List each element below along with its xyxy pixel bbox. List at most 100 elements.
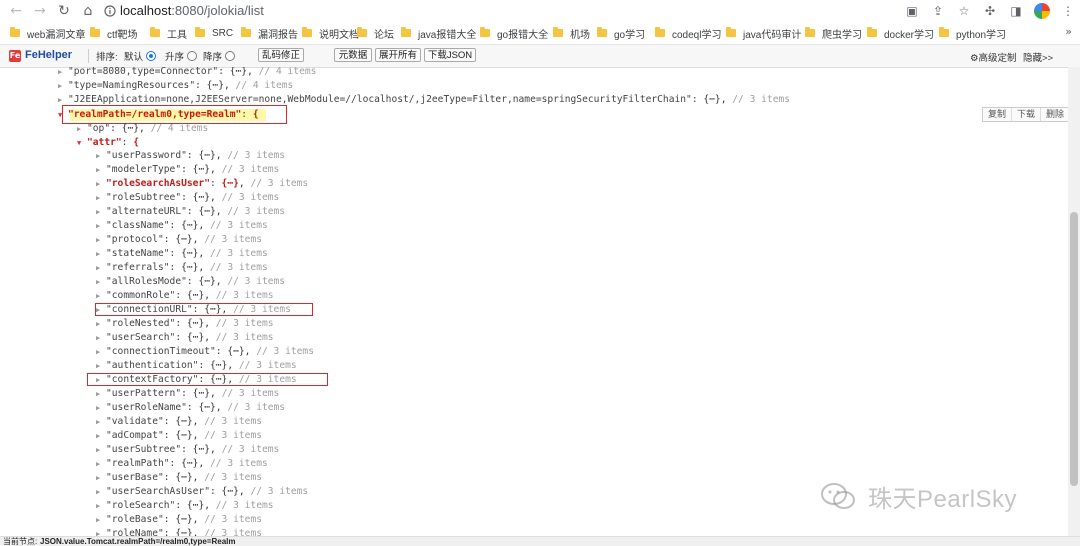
bookmark-item[interactable]: 爬虫学习 <box>805 26 862 41</box>
hide-toolbar-link[interactable]: 隐藏>> <box>1023 50 1053 64</box>
tree-node[interactable]: ▶ "userSearch": {⋯}, // 3 items <box>96 331 274 345</box>
bookmark-item[interactable]: java代码审计 <box>726 26 801 41</box>
caret-right-icon[interactable]: ▶ <box>96 219 106 233</box>
tree-node[interactable]: ▶ "roleSubtree": {⋯}, // 3 items <box>96 191 279 205</box>
reload-icon[interactable]: ↻ <box>54 1 74 21</box>
download-json-button[interactable]: 下载JSON <box>424 48 476 62</box>
caret-right-icon[interactable]: ▶ <box>96 499 106 513</box>
caret-right-icon[interactable]: ▶ <box>96 275 106 289</box>
tree-node[interactable]: ▶ "modelerType": {⋯}, // 3 items <box>96 163 279 177</box>
bookmark-item[interactable]: 论坛 <box>357 26 394 41</box>
menu-icon[interactable]: ⋮ <box>1060 3 1076 19</box>
metadata-button[interactable]: 元数据 <box>334 48 372 62</box>
bookmark-item[interactable]: ctf靶场 <box>90 26 138 41</box>
radio-icon[interactable] <box>187 51 198 61</box>
extensions-icon[interactable]: ✣ <box>982 3 998 19</box>
home-icon[interactable]: ⌂ <box>78 1 98 21</box>
tree-node[interactable]: ▶ "referrals": {⋯}, // 3 items <box>96 261 268 275</box>
tree-node-selected[interactable]: ▼ "realmPath=/realm0,type=Realm": { <box>58 108 259 122</box>
bookmark-item[interactable]: 说明文档 <box>302 26 359 41</box>
tree-node[interactable]: ▶ "userRoleName": {⋯}, // 3 items <box>96 401 285 415</box>
caret-down-icon[interactable]: ▼ <box>77 136 87 150</box>
caret-right-icon[interactable]: ▶ <box>96 457 106 471</box>
caret-right-icon[interactable]: ▶ <box>96 359 106 373</box>
caret-right-icon[interactable]: ▶ <box>77 122 87 136</box>
fix-encoding-button[interactable]: 乱码修正 <box>258 48 304 62</box>
tree-node[interactable]: ▶ "roleSearch": {⋯}, // 3 items <box>96 499 274 513</box>
info-icon[interactable] <box>104 4 116 18</box>
tree-node[interactable]: ▶ "validate": {⋯}, // 3 items <box>96 415 262 429</box>
bookmark-item[interactable]: go报错大全 <box>480 26 548 41</box>
tree-node[interactable]: ▶ "allRolesMode": {⋯}, // 3 items <box>96 275 285 289</box>
bookmark-item[interactable]: python学习 <box>939 26 1006 41</box>
share-icon[interactable]: ⇪ <box>930 3 946 19</box>
caret-right-icon[interactable]: ▶ <box>96 513 106 527</box>
download-node-button[interactable]: 下载 <box>1012 108 1042 121</box>
caret-right-icon[interactable]: ▶ <box>96 163 106 177</box>
tree-node[interactable]: ▶ "alternateURL": {⋯}, // 3 items <box>96 205 285 219</box>
tree-node[interactable]: ▶ "className": {⋯}, // 3 items <box>96 219 268 233</box>
scrollbar-thumb[interactable] <box>1070 212 1078 486</box>
caret-right-icon[interactable]: ▶ <box>96 443 106 457</box>
bookmark-item[interactable]: SRC <box>195 26 233 40</box>
caret-right-icon[interactable]: ▶ <box>96 261 106 275</box>
caret-right-icon[interactable]: ▶ <box>96 177 106 191</box>
copy-node-button[interactable]: 复制 <box>983 108 1013 121</box>
profile-avatar[interactable] <box>1034 3 1050 19</box>
caret-right-icon[interactable]: ▶ <box>96 471 106 485</box>
tree-node[interactable]: ▶ "roleSearchAsUser": {⋯}, // 3 items <box>96 177 308 191</box>
tree-node[interactable]: ▶ "userSubtree": {⋯}, // 3 items <box>96 443 279 457</box>
caret-right-icon[interactable]: ▶ <box>96 317 106 331</box>
caret-right-icon[interactable]: ▶ <box>96 303 106 317</box>
radio-icon[interactable] <box>225 51 236 61</box>
delete-node-button[interactable]: 删除 <box>1041 108 1069 121</box>
tree-node[interactable]: ▶ "connectionTimeout": {⋯}, // 3 items <box>96 345 314 359</box>
bookmark-item[interactable]: java报错大全 <box>401 26 476 41</box>
caret-right-icon[interactable]: ▶ <box>96 401 106 415</box>
caret-right-icon[interactable]: ▶ <box>58 67 68 79</box>
caret-right-icon[interactable]: ▶ <box>96 415 106 429</box>
tree-node-attr[interactable]: ▼ "attr": { <box>77 136 139 150</box>
caret-right-icon[interactable]: ▶ <box>96 429 106 443</box>
tree-node[interactable]: ▶ "port=8080,type=Connector": {⋯}, // 4 i… <box>58 67 316 79</box>
caret-right-icon[interactable]: ▶ <box>96 191 106 205</box>
translate-icon[interactable]: ▣ <box>904 3 920 19</box>
tree-node[interactable]: ▶ "authentication": {⋯}, // 3 items <box>96 359 297 373</box>
advanced-settings-link[interactable]: ⚙高级定制 <box>970 50 1017 64</box>
bookmark-item[interactable]: 工具 <box>150 26 187 41</box>
caret-right-icon[interactable]: ▶ <box>96 149 106 163</box>
tree-node[interactable]: ▶ "protocol": {⋯}, // 3 items <box>96 233 262 247</box>
sidebar-icon[interactable]: ◨ <box>1008 3 1024 19</box>
caret-right-icon[interactable]: ▶ <box>96 527 106 536</box>
bookmark-item[interactable]: 漏洞报告 <box>241 26 298 41</box>
tree-node[interactable]: ▶ "adCompat": {⋯}, // 3 items <box>96 429 262 443</box>
tree-node[interactable]: ▶ "userPattern": {⋯}, // 3 items <box>96 387 279 401</box>
tree-node[interactable]: ▶ "userBase": {⋯}, // 3 items <box>96 471 262 485</box>
tree-node[interactable]: ▶ "roleBase": {⋯}, // 3 items <box>96 513 262 527</box>
expand-all-button[interactable]: 展开所有 <box>375 48 421 62</box>
forward-arrow-icon[interactable]: → <box>30 1 50 21</box>
bookmark-item[interactable]: web漏洞文章 <box>10 26 85 41</box>
caret-right-icon[interactable]: ▶ <box>96 373 106 387</box>
tree-node[interactable]: ▶ "commonRole": {⋯}, // 3 items <box>96 289 274 303</box>
star-icon[interactable]: ☆ <box>956 3 972 19</box>
caret-right-icon[interactable]: ▶ <box>96 387 106 401</box>
radio-checked-icon[interactable] <box>146 51 157 61</box>
tree-node[interactable]: ▶ "userSearchAsUser": {⋯}, // 3 items <box>96 485 308 499</box>
tree-node[interactable]: ▶ "stateName": {⋯}, // 3 items <box>96 247 268 261</box>
caret-right-icon[interactable]: ▶ <box>96 205 106 219</box>
tree-node[interactable]: ▶ "connectionURL": {⋯}, // 3 items <box>96 303 291 317</box>
bookmark-item[interactable]: codeql学习 <box>655 26 721 41</box>
tree-node[interactable]: ▶ "contextFactory": {⋯}, // 3 items <box>96 373 297 387</box>
bookmark-item[interactable]: docker学习 <box>867 26 934 41</box>
caret-right-icon[interactable]: ▶ <box>96 233 106 247</box>
tree-node[interactable]: ▶ "type=NamingResources": {⋯}, // 4 items <box>58 79 293 93</box>
bookmark-item[interactable]: go学习 <box>597 26 645 41</box>
tree-node[interactable]: ▶ "realmPath": {⋯}, // 3 items <box>96 457 268 471</box>
sort-asc-option[interactable]: 升序 <box>165 49 198 63</box>
sort-desc-option[interactable]: 降序 <box>203 49 236 63</box>
tree-node[interactable]: ▶ "userPassword": {⋯}, // 3 items <box>96 149 285 163</box>
caret-right-icon[interactable]: ▶ <box>96 485 106 499</box>
bookmark-item[interactable]: 机场 <box>553 26 590 41</box>
caret-right-icon[interactable]: ▶ <box>58 79 68 93</box>
